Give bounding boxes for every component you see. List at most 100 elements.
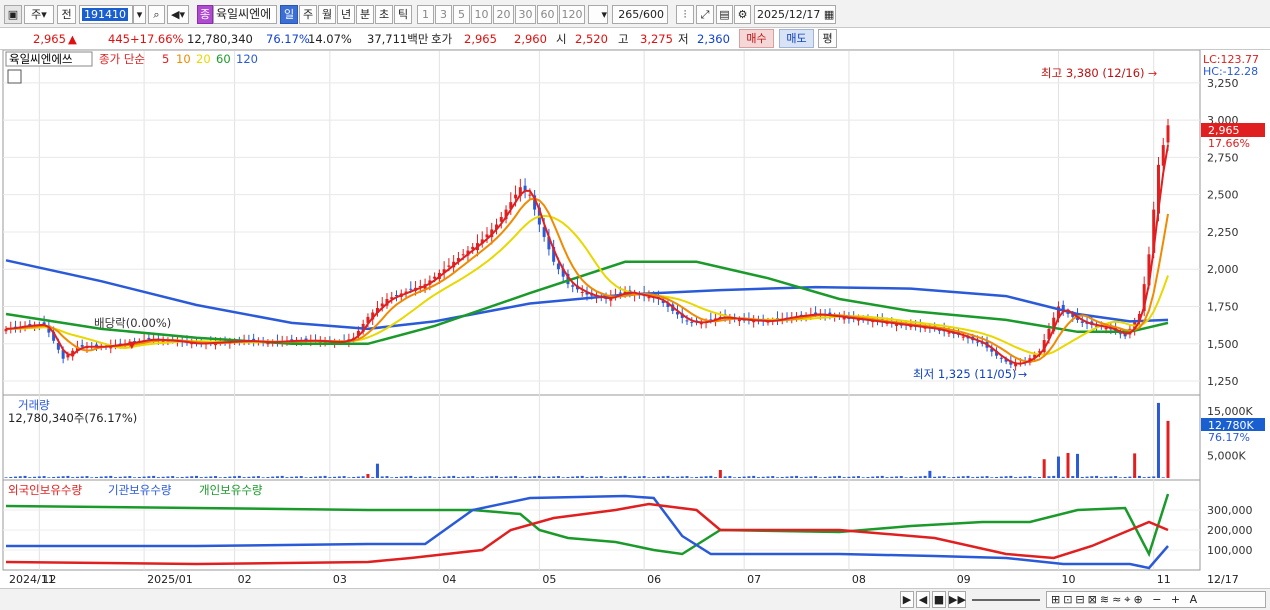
holdings-tick-label: 300,000 <box>1207 504 1253 517</box>
x-tick-label: 09 <box>957 573 971 586</box>
volume-bar <box>1128 476 1132 478</box>
volume-bar <box>133 477 137 478</box>
volume-bar <box>614 476 618 478</box>
volume-value-label: 12,780,340주(76.17%) <box>8 411 137 425</box>
prev-page-icon[interactable]: ◀ <box>916 591 930 608</box>
volume-bar <box>714 477 718 478</box>
chart-type-icon[interactable]: ⫶ <box>676 5 694 24</box>
legend-ma120[interactable]: 120 <box>236 52 258 66</box>
period-tab-month[interactable]: 월 <box>318 5 336 24</box>
volume-bar <box>323 475 327 478</box>
volume-bar <box>804 476 808 478</box>
period-tab-tick[interactable]: 틱 <box>394 5 412 24</box>
turnover-rate: 14.07% <box>308 32 352 46</box>
interval-60[interactable]: 60 <box>537 5 558 24</box>
volume-bar <box>204 476 208 478</box>
period-tab-minute[interactable]: 분 <box>356 5 374 24</box>
interval-3[interactable]: 3 <box>435 5 452 24</box>
volume-bar <box>461 476 465 478</box>
play-icon[interactable]: ▶ <box>900 591 914 608</box>
period-tab-year[interactable]: 년 <box>337 5 355 24</box>
code-input[interactable]: 191410 <box>79 5 133 24</box>
stock-badge: 종 <box>197 5 213 24</box>
interval-custom-input[interactable]: ▾ <box>588 5 608 24</box>
volume-bar <box>347 477 351 478</box>
interval-5[interactable]: 5 <box>453 5 470 24</box>
tool-icons[interactable]: ⊞⊡⊟⊠≋≈⌖⊕ − + A <box>1046 591 1266 608</box>
stock-chart[interactable]: 3,2503,0002,7502,5002,2502,0001,7501,500… <box>0 50 1270 590</box>
interval-10[interactable]: 10 <box>471 5 492 24</box>
volume-bar <box>828 476 832 478</box>
volume-bar <box>433 477 437 478</box>
legend-ma20[interactable]: 20 <box>196 52 211 66</box>
market-select[interactable]: 주▾ <box>24 5 54 24</box>
volume-bar <box>366 473 370 478</box>
volume-bar <box>1042 459 1046 478</box>
layout-icon[interactable]: ▣ <box>4 5 22 24</box>
legend-individual[interactable]: 개인보유수량 <box>199 483 263 497</box>
period-tab-day[interactable]: 일 <box>280 5 298 24</box>
volume-bar <box>1009 475 1013 478</box>
draw-tool-icon[interactable]: ⤢ <box>696 5 714 24</box>
eval-button[interactable]: 평 <box>818 29 837 48</box>
settings-icon[interactable]: ⚙ <box>734 5 751 24</box>
interval-30[interactable]: 30 <box>515 5 536 24</box>
price-tick-label: 1,500 <box>1207 338 1239 351</box>
volume-bar <box>1047 476 1051 478</box>
count-input[interactable]: 265/600 <box>612 5 668 24</box>
period-tab-second[interactable]: 초 <box>375 5 393 24</box>
stop-icon[interactable]: ■ <box>932 591 946 608</box>
speaker-icon[interactable]: ◀▾ <box>167 5 189 24</box>
volume-bar <box>314 476 318 478</box>
legend-ma5[interactable]: 5 <box>162 52 169 66</box>
volume-bar <box>866 476 870 478</box>
date-input[interactable]: 2025/12/17 ▦ <box>754 5 836 24</box>
volume-bar <box>1156 402 1160 478</box>
legend-ma10[interactable]: 10 <box>176 52 191 66</box>
volume-bar <box>537 475 541 478</box>
search-icon[interactable]: ⌕ <box>148 5 165 24</box>
buy-button[interactable]: 매수 <box>739 29 774 48</box>
save-icon[interactable]: ▤ <box>716 5 733 24</box>
candle-body <box>528 194 532 196</box>
interval-1[interactable]: 1 <box>417 5 434 24</box>
zoom-slider[interactable] <box>972 599 1040 601</box>
volume-bar <box>837 475 841 478</box>
period-tab-week[interactable]: 주 <box>299 5 317 24</box>
volume-bar <box>566 476 570 478</box>
interval-20[interactable]: 20 <box>493 5 514 24</box>
quote-info-bar: 2,965 ▲ 445 +17.66% 12,780,340 76.17% 14… <box>0 28 1270 50</box>
interval-120[interactable]: 120 <box>559 5 585 24</box>
volume-bar <box>618 476 622 478</box>
volume-bar <box>66 475 70 478</box>
legend-foreign[interactable]: 외국인보유수량 <box>8 483 82 497</box>
volume-bar <box>976 476 980 478</box>
volume-bar <box>147 476 151 478</box>
volume-bar <box>428 476 432 478</box>
code-dropdown-icon[interactable]: ▾ <box>133 5 146 24</box>
volume-bar <box>375 463 379 478</box>
legend-series-label[interactable]: 종가 단순 <box>99 52 145 66</box>
volume-bar <box>1085 476 1089 478</box>
volume-bar <box>909 476 913 478</box>
volume-bar <box>442 476 446 478</box>
next-page-icon[interactable]: ▶▶ <box>948 591 966 608</box>
volume-bar <box>18 476 22 478</box>
volume-bar <box>947 477 951 478</box>
candle-body <box>1118 333 1122 335</box>
volume-bar <box>290 476 294 478</box>
prev-button[interactable]: 전 <box>57 5 76 24</box>
volume-bar <box>623 475 627 478</box>
volume-bar <box>699 476 703 478</box>
legend-institution[interactable]: 기관보유수량 <box>108 483 172 497</box>
open-price: 2,520 <box>575 32 608 46</box>
volume-bar <box>533 476 537 478</box>
legend-ma60[interactable]: 60 <box>216 52 231 66</box>
volume-bar <box>295 476 298 478</box>
sell-button[interactable]: 매도 <box>779 29 814 48</box>
volume-bar <box>1004 476 1008 478</box>
grid-toggle-icon[interactable] <box>7 69 22 84</box>
volume-bar <box>937 476 941 478</box>
stock-badge-label: 종 <box>199 8 211 21</box>
volume-title[interactable]: 거래량 <box>18 398 50 412</box>
